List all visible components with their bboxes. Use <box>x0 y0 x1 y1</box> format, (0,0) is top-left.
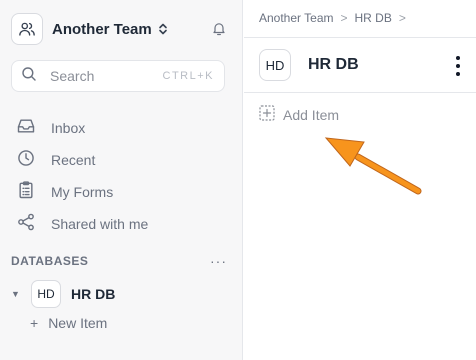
add-item-button[interactable]: Add Item <box>259 104 340 126</box>
inbox-icon <box>16 116 36 141</box>
sidebar-nav: Inbox Recent My Forms Shared with me <box>16 112 148 240</box>
sidebar-item-my-forms[interactable]: My Forms <box>16 176 148 208</box>
breadcrumb-separator: > <box>340 11 348 25</box>
team-name: Another Team <box>52 20 152 38</box>
database-name: HR DB <box>71 286 116 302</box>
sidebar-item-label: My Forms <box>51 184 114 200</box>
share-icon <box>16 212 36 237</box>
sidebar-item-inbox[interactable]: Inbox <box>16 112 148 144</box>
databases-section-header: DATABASES ··· <box>11 252 227 270</box>
sidebar-item-label: Shared with me <box>51 216 149 232</box>
sidebar-item-recent[interactable]: Recent <box>16 144 148 176</box>
team-switcher[interactable]: Another Team <box>11 12 233 46</box>
more-vertical-icon[interactable] <box>456 56 460 76</box>
clock-icon <box>16 148 36 173</box>
annotation-arrow <box>324 137 422 195</box>
new-item-label: New Item <box>48 315 108 331</box>
breadcrumb-separator: > <box>398 11 406 25</box>
page-title: HR DB <box>308 56 359 73</box>
more-options-icon[interactable]: ··· <box>210 253 227 269</box>
sidebar-item-label: Inbox <box>51 120 86 136</box>
breadcrumb: Another Team > HR DB > <box>259 10 413 26</box>
databases-title: DATABASES <box>11 254 89 268</box>
sidebar-item-label: Recent <box>51 152 96 168</box>
sidebar-item-shared-with-me[interactable]: Shared with me <box>16 208 148 240</box>
chevron-updown-icon <box>158 23 168 35</box>
search-placeholder: Search <box>50 68 95 84</box>
new-item-button[interactable]: + New Item <box>30 314 107 332</box>
clipboard-icon <box>16 180 36 205</box>
database-item-hr-db[interactable]: ▼ HD HR DB <box>11 279 115 309</box>
users-icon <box>11 13 43 45</box>
page-header: HD HR DB <box>244 37 476 93</box>
add-item-label: Add Item <box>283 107 340 123</box>
search-icon <box>20 65 38 88</box>
breadcrumb-database[interactable]: HR DB <box>355 11 392 25</box>
breadcrumb-team[interactable]: Another Team <box>259 11 334 25</box>
sidebar: Another Team Search CTRL+K Inbox Recent … <box>0 0 243 360</box>
search-input[interactable]: Search CTRL+K <box>11 60 225 92</box>
caret-down-icon[interactable]: ▼ <box>11 289 21 299</box>
search-shortcut: CTRL+K <box>162 70 214 82</box>
database-badge: HD <box>31 280 61 308</box>
database-badge: HD <box>259 49 291 81</box>
add-square-icon <box>259 104 275 126</box>
bell-icon[interactable] <box>211 20 227 42</box>
plus-icon: + <box>30 315 39 331</box>
